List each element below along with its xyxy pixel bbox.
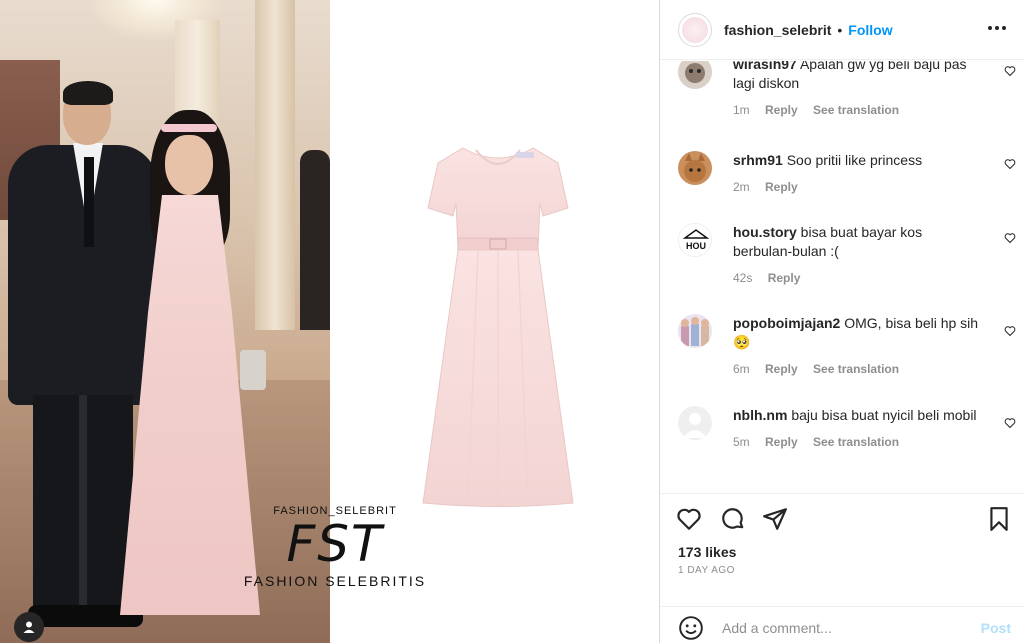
comment-avatar[interactable]: HOU: [678, 223, 712, 257]
instagram-post-view: FASHION_SELEBRIT FST FASHION SELEBRITIS …: [0, 0, 1024, 643]
like-comment-heart-icon[interactable]: [1004, 158, 1016, 170]
comment-time: 6m: [733, 362, 750, 376]
comment-username[interactable]: nblh.nm: [733, 407, 787, 423]
comment-time: 1m: [733, 103, 750, 117]
see-translation-button[interactable]: See translation: [813, 103, 899, 117]
author-username[interactable]: fashion_selebrit: [724, 22, 831, 38]
see-translation-button[interactable]: See translation: [813, 362, 899, 376]
reply-button[interactable]: Reply: [765, 362, 798, 376]
reply-button[interactable]: Reply: [765, 180, 798, 194]
author-avatar[interactable]: [678, 12, 712, 47]
product-dress-image: [422, 147, 574, 507]
post-comment-button[interactable]: Post: [981, 620, 1011, 636]
share-paper-plane-icon[interactable]: [762, 506, 788, 532]
comment-username[interactable]: srhm91: [733, 152, 783, 168]
comment-avatar[interactable]: [678, 151, 712, 185]
user-icon: [23, 621, 35, 633]
comment-input[interactable]: Add a comment...: [722, 620, 832, 636]
follow-button[interactable]: Follow: [848, 22, 892, 38]
like-comment-heart-icon[interactable]: [1004, 325, 1016, 337]
comment-bubble-icon[interactable]: [720, 506, 746, 532]
post-actions: 173 likes 1 DAY AGO: [660, 493, 1024, 596]
comment-text: baju bisa buat nyicil beli mobil: [791, 407, 977, 423]
save-bookmark-icon[interactable]: [986, 506, 1012, 532]
reply-button[interactable]: Reply: [768, 271, 801, 285]
tagged-users-button[interactable]: [14, 612, 44, 642]
post-side-panel: fashion_selebrit • Follow wirasih97 Apal…: [659, 0, 1024, 643]
post-timestamp: 1 DAY AGO: [678, 565, 735, 576]
comment-avatar[interactable]: [678, 61, 712, 89]
reply-button[interactable]: Reply: [765, 103, 798, 117]
more-options-button[interactable]: [987, 18, 1007, 38]
comment-avatar[interactable]: [678, 406, 712, 440]
comments-list[interactable]: wirasih97 Apalah gw yg beli baju pas lag…: [660, 61, 1024, 493]
like-comment-heart-icon[interactable]: [1004, 65, 1016, 77]
watermark-subtitle: FASHION SELEBRITIS: [243, 573, 427, 589]
comment-username[interactable]: popoboimjajan2: [733, 315, 840, 331]
comment-avatar[interactable]: [678, 314, 712, 348]
emoji-smiley-icon[interactable]: [678, 615, 704, 641]
reply-button[interactable]: Reply: [765, 435, 798, 449]
default-avatar-icon: [678, 406, 712, 440]
comment-username[interactable]: wirasih97: [733, 61, 797, 72]
comment-text: Soo pritii like princess: [786, 152, 923, 168]
comment-time: 5m: [733, 435, 750, 449]
post-media[interactable]: FASHION_SELEBRIT FST FASHION SELEBRITIS: [0, 0, 659, 643]
header-separator: •: [837, 21, 843, 38]
like-comment-heart-icon[interactable]: [1004, 232, 1016, 244]
comment-username[interactable]: hou.story: [733, 224, 797, 240]
hou-logo-text: HOU: [686, 241, 706, 251]
likes-count[interactable]: 173 likes: [678, 544, 736, 560]
comment-time: 2m: [733, 180, 750, 194]
watermark-logo: FST: [286, 515, 384, 573]
like-heart-icon[interactable]: [676, 506, 702, 532]
more-horizontal-icon: [988, 26, 1006, 30]
post-header: fashion_selebrit • Follow: [660, 0, 1024, 60]
comment-time: 42s: [733, 271, 753, 285]
add-comment-bar: Add a comment... Post: [660, 606, 1024, 643]
see-translation-button[interactable]: See translation: [813, 435, 899, 449]
like-comment-heart-icon[interactable]: [1004, 417, 1016, 429]
